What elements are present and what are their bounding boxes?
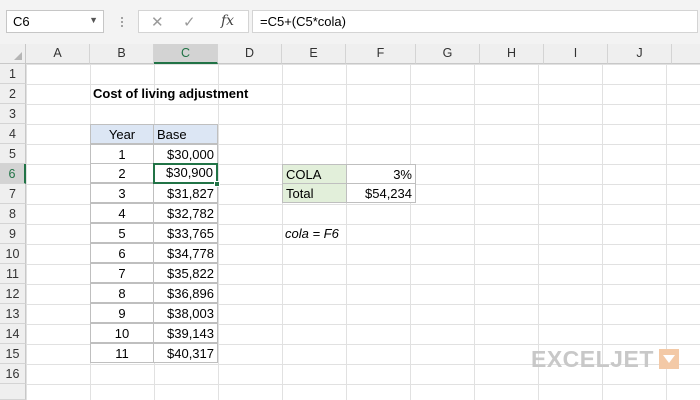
year-cell[interactable]: 9 <box>90 303 154 323</box>
column-header-k[interactable] <box>672 44 700 64</box>
formula-input[interactable]: =C5+(C5*cola) <box>252 10 698 33</box>
table-header-year[interactable]: Year <box>90 124 154 144</box>
column-header-i[interactable]: I <box>544 44 608 64</box>
year-cell[interactable]: 1 <box>90 144 154 164</box>
column-header-j[interactable]: J <box>608 44 672 64</box>
row-header-17[interactable] <box>0 384 26 400</box>
year-cell[interactable]: 3 <box>90 183 154 203</box>
logo-text: EXCELJET <box>531 345 654 372</box>
row-header-16[interactable]: 16 <box>0 364 26 384</box>
cancel-icon[interactable]: ✕ <box>151 13 164 31</box>
active-cell-c6[interactable]: $30,900 <box>153 163 218 184</box>
row-header-1[interactable]: 1 <box>0 64 26 84</box>
select-all-button[interactable] <box>0 44 26 64</box>
base-cell[interactable]: $39,143 <box>153 323 218 343</box>
row-header-4[interactable]: 4 <box>0 124 26 144</box>
chevron-down-icon[interactable]: ▼ <box>89 15 98 25</box>
column-header-d[interactable]: D <box>218 44 282 64</box>
column-header-a[interactable]: A <box>26 44 90 64</box>
formula-buttons: ✕ ✓ fx <box>138 10 249 33</box>
row-header-15[interactable]: 15 <box>0 344 26 364</box>
base-cell[interactable]: $38,003 <box>153 303 218 323</box>
column-header-e[interactable]: E <box>282 44 346 64</box>
column-header-f[interactable]: F <box>346 44 416 64</box>
year-cell[interactable]: 2 <box>90 163 154 183</box>
year-cell[interactable]: 6 <box>90 243 154 263</box>
insert-function-icon[interactable]: fx <box>221 13 234 29</box>
cola-value[interactable]: 3% <box>346 164 416 184</box>
base-cell[interactable]: $40,317 <box>153 343 218 363</box>
base-cell[interactable]: $33,765 <box>153 223 218 243</box>
year-cell[interactable]: 10 <box>90 323 154 343</box>
column-header-h[interactable]: H <box>480 44 544 64</box>
row-header-9[interactable]: 9 <box>0 224 26 244</box>
year-cell[interactable]: 7 <box>90 263 154 283</box>
row-header-10[interactable]: 10 <box>0 244 26 264</box>
year-cell[interactable]: 4 <box>90 203 154 223</box>
logo-mark-icon <box>658 349 679 369</box>
year-cell[interactable]: 5 <box>90 223 154 243</box>
base-cell[interactable]: $31,827 <box>153 183 218 203</box>
base-cell[interactable]: $30,000 <box>153 144 218 164</box>
fill-handle[interactable] <box>214 181 220 187</box>
row-header-5[interactable]: 5 <box>0 144 26 164</box>
row-header-11[interactable]: 11 <box>0 264 26 284</box>
formula-text: =C5+(C5*cola) <box>260 14 346 29</box>
enter-icon[interactable]: ✓ <box>183 13 196 31</box>
row-header-13[interactable]: 13 <box>0 304 26 324</box>
year-cell[interactable]: 11 <box>90 343 154 363</box>
row-header-12[interactable]: 12 <box>0 284 26 304</box>
base-cell[interactable]: $32,782 <box>153 203 218 223</box>
row-header-2[interactable]: 2 <box>0 84 26 104</box>
base-cell[interactable]: $35,822 <box>153 263 218 283</box>
formula-bar: C6 ▼ ✕ ✓ fx =C5+(C5*cola) <box>0 0 700 44</box>
column-header-b[interactable]: B <box>90 44 154 64</box>
row-header-3[interactable]: 3 <box>0 104 26 124</box>
drag-handle-icon[interactable] <box>117 10 127 33</box>
name-box[interactable]: C6 ▼ <box>6 10 104 33</box>
row-header-8[interactable]: 8 <box>0 204 26 224</box>
year-cell[interactable]: 8 <box>90 283 154 303</box>
named-range-note[interactable]: cola = F6 <box>282 224 402 244</box>
total-label[interactable]: Total <box>282 183 347 203</box>
cola-label[interactable]: COLA <box>282 164 347 184</box>
name-box-value: C6 <box>13 14 30 29</box>
row-header-14[interactable]: 14 <box>0 324 26 344</box>
column-header-c[interactable]: C <box>154 44 218 64</box>
row-header-6[interactable]: 6 <box>0 164 26 184</box>
total-value[interactable]: $54,234 <box>346 183 416 203</box>
select-all-icon <box>14 52 22 60</box>
row-header-7[interactable]: 7 <box>0 184 26 204</box>
base-cell[interactable]: $34,778 <box>153 243 218 263</box>
sheet-title[interactable]: Cost of living adjustment <box>90 84 290 104</box>
column-header-g[interactable]: G <box>416 44 480 64</box>
table-header-base[interactable]: Base <box>153 124 218 144</box>
base-cell[interactable]: $36,896 <box>153 283 218 303</box>
exceljet-logo: EXCELJET <box>531 345 679 373</box>
